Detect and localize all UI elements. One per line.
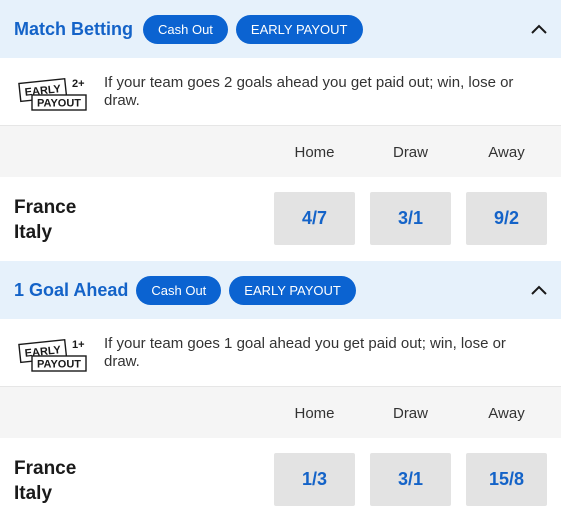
odds-button-home[interactable]: 4/7 (274, 192, 355, 245)
early-payout-info: EARLY 1+ PAYOUT If your team goes 1 goal… (0, 319, 561, 387)
market-header[interactable]: 1 Goal Ahead Cash Out EARLY PAYOUT (0, 261, 561, 319)
badge-goals-text: 1+ (72, 339, 85, 351)
selection-row: France Italy 4/7 3/1 9/2 (0, 177, 561, 261)
early-payout-info: EARLY 2+ PAYOUT If your team goes 2 goal… (0, 58, 561, 126)
market-title: Match Betting (14, 18, 133, 39)
market-title: 1 Goal Ahead (14, 279, 129, 300)
col-home: Home (294, 144, 335, 161)
badge-payout-text: PAYOUT (37, 97, 81, 109)
early-payout-badge: EARLY PAYOUT (229, 275, 356, 305)
column-headers: Home Draw Away (0, 387, 561, 438)
early-payout-badge-icon: EARLY 2+ PAYOUT (18, 77, 87, 111)
early-payout-badge: EARLY PAYOUT (235, 14, 363, 44)
badge-payout-text: PAYOUT (37, 358, 81, 370)
team-home: France (14, 458, 77, 479)
col-draw: Draw (392, 405, 428, 422)
col-away: Away (488, 405, 525, 422)
selection-row: France Italy 1/3 3/1 15/8 (0, 438, 561, 512)
odds-button-draw[interactable]: 3/1 (370, 453, 451, 506)
teams: France Italy (14, 195, 76, 245)
cash-out-badge: Cash Out (136, 275, 222, 305)
team-away: Italy (14, 483, 53, 504)
col-away: Away (488, 144, 525, 161)
odds-button-home[interactable]: 1/3 (274, 453, 355, 506)
teams: France Italy (14, 456, 76, 506)
info-text: If your team goes 1 goal ahead you get p… (104, 334, 506, 370)
market-match-betting: Match Betting Cash Out EARLY PAYOUT EARL… (0, 0, 561, 261)
odds-button-away[interactable]: 9/2 (466, 192, 547, 245)
col-home: Home (294, 405, 335, 422)
odds-button-away[interactable]: 15/8 (466, 453, 547, 506)
column-headers: Home Draw Away (0, 126, 561, 177)
info-text: If your team goes 2 goals ahead you get … (104, 73, 514, 109)
market-1-goal-ahead: 1 Goal Ahead Cash Out EARLY PAYOUT EARLY… (0, 261, 561, 512)
cash-out-badge: Cash Out (143, 14, 228, 44)
chevron-up-icon[interactable] (529, 280, 549, 300)
team-away: Italy (14, 222, 53, 243)
team-home: France (14, 197, 77, 218)
market-header[interactable]: Match Betting Cash Out EARLY PAYOUT (0, 0, 561, 58)
badge-goals-text: 2+ (72, 78, 85, 90)
early-payout-badge-icon: EARLY 1+ PAYOUT (18, 338, 87, 372)
odds-button-draw[interactable]: 3/1 (370, 192, 451, 245)
chevron-up-icon[interactable] (529, 19, 549, 39)
col-draw: Draw (392, 144, 428, 161)
